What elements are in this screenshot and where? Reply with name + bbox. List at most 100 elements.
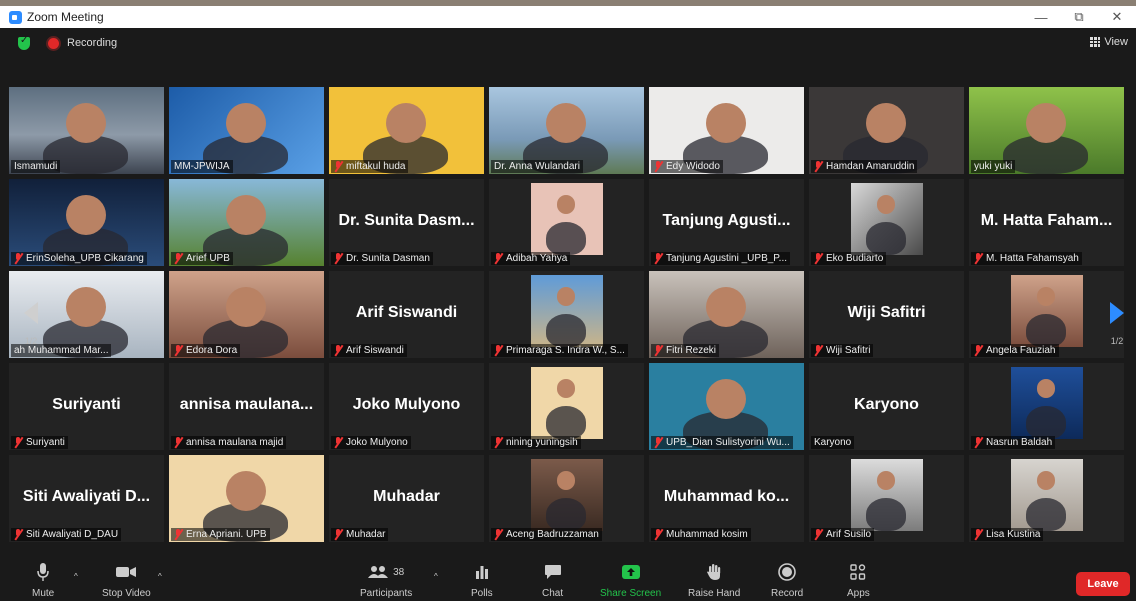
share-screen-button[interactable]: Share Screen — [600, 562, 661, 599]
muted-microphone-icon — [654, 161, 663, 172]
participant-tile[interactable]: yuki yuki — [969, 87, 1124, 174]
participant-name-label: Muhammad kosim — [651, 528, 751, 541]
zoom-app-icon — [9, 10, 22, 24]
apps-label: Apps — [847, 588, 870, 599]
participants-button[interactable]: 38 Participants — [360, 562, 412, 599]
participant-tile[interactable]: Primaraga S. Indra W., S... — [489, 271, 644, 358]
raise-hand-button[interactable]: Raise Hand — [688, 562, 740, 599]
participant-name: Eko Budiarto — [826, 253, 884, 264]
muted-microphone-icon — [654, 437, 663, 448]
participant-display-name: Karyono — [854, 395, 919, 413]
participant-name-label: Arif Susilo — [811, 528, 875, 541]
participant-name: Muhadar — [346, 529, 386, 540]
participant-tile[interactable]: Arif Siswandi Arif Siswandi — [329, 271, 484, 358]
window-titlebar: Zoom Meeting — ⧉ ✕ — [0, 6, 1136, 28]
muted-microphone-icon — [334, 437, 343, 448]
previous-page-button[interactable]: 1/2 — [20, 288, 42, 360]
security-shield-icon[interactable] — [18, 35, 30, 50]
close-button[interactable]: ✕ — [1098, 9, 1136, 25]
participant-tile[interactable]: Muhammad ko... Muhammad kosim — [649, 455, 804, 542]
muted-microphone-icon — [174, 253, 183, 264]
participant-tile[interactable]: Erna Apriani. UPB — [169, 455, 324, 542]
participants-label: Participants — [360, 588, 413, 599]
participant-tile[interactable]: Joko Mulyono Joko Mulyono — [329, 363, 484, 450]
window-title: Zoom Meeting — [27, 10, 104, 24]
participant-tile[interactable]: Angela Fauziah — [969, 271, 1124, 358]
participant-display-name: Muhammad ko... — [663, 487, 790, 505]
muted-microphone-icon — [654, 529, 663, 540]
participant-tile[interactable]: Lisa Kustina — [969, 455, 1124, 542]
audio-options-caret[interactable]: ^ — [74, 572, 78, 581]
participant-name-label: nining yuningsih — [491, 436, 581, 449]
next-page-button[interactable]: 1/2 — [1106, 288, 1128, 360]
participant-tile[interactable]: M. Hatta Faham... M. Hatta Fahamsyah — [969, 179, 1124, 266]
participant-name-label: Ismamudi — [11, 160, 61, 173]
polls-button[interactable]: Polls — [471, 562, 493, 599]
participants-options-caret[interactable]: ^ — [434, 572, 438, 581]
participant-name: nining yuningsih — [506, 437, 578, 448]
participant-tile[interactable]: Adibah Yahya — [489, 179, 644, 266]
participant-tile[interactable]: Arief UPB — [169, 179, 324, 266]
muted-microphone-icon — [174, 529, 183, 540]
maximize-button[interactable]: ⧉ — [1060, 9, 1098, 25]
video-camera-icon — [115, 562, 137, 582]
participant-display-name: Muhadar — [373, 487, 440, 505]
participant-tile[interactable]: UPB_Dian Sulistyorini Wu... — [649, 363, 804, 450]
participant-tile[interactable]: Arif Susilo — [809, 455, 964, 542]
participant-tile[interactable]: Edora Dora — [169, 271, 324, 358]
participant-tile[interactable]: nining yuningsih — [489, 363, 644, 450]
participant-display-name: annisa maulana... — [179, 395, 314, 413]
share-screen-icon — [621, 562, 640, 582]
participant-tile[interactable]: Muhadar Muhadar — [329, 455, 484, 542]
participant-tile[interactable]: annisa maulana... annisa maulana majid — [169, 363, 324, 450]
participant-video — [1010, 458, 1083, 531]
raise-hand-label: Raise Hand — [688, 588, 741, 599]
participant-tile[interactable]: Siti Awaliyati D... Siti Awaliyati D_DAU — [9, 455, 164, 542]
minimize-button[interactable]: — — [1022, 10, 1060, 25]
record-label: Record — [771, 588, 804, 599]
stop-video-button[interactable]: Stop Video — [102, 562, 151, 599]
muted-microphone-icon — [494, 529, 503, 540]
participant-display-name: Wiji Safitri — [847, 303, 926, 321]
leave-button[interactable]: Leave — [1076, 572, 1130, 596]
apps-button[interactable]: Apps — [847, 562, 870, 599]
participant-tile[interactable]: Dr. Sunita Dasm... Dr. Sunita Dasman — [329, 179, 484, 266]
participant-name-label: Arief UPB — [171, 252, 233, 265]
participant-tile[interactable]: ErinSoleha_UPB Cikarang — [9, 179, 164, 266]
participant-display-name: Siti Awaliyati D... — [22, 487, 151, 505]
view-button[interactable]: View — [1090, 36, 1128, 48]
mute-button[interactable]: Mute — [32, 562, 54, 599]
participant-tile[interactable]: Nasrun Baldah — [969, 363, 1124, 450]
muted-microphone-icon — [334, 161, 343, 172]
raise-hand-icon — [706, 562, 722, 582]
participant-tile[interactable]: Edy Widodo — [649, 87, 804, 174]
participant-tile[interactable]: Fitri Rezeki — [649, 271, 804, 358]
participant-name: ErinSoleha_UPB Cikarang — [26, 253, 144, 264]
muted-microphone-icon — [14, 529, 23, 540]
participant-tile[interactable]: MM-JPWIJA — [169, 87, 324, 174]
participant-tile[interactable]: Wiji Safitri Wiji Safitri — [809, 271, 964, 358]
participant-display-name: M. Hatta Faham... — [980, 211, 1113, 229]
participant-name-label: yuki yuki — [971, 160, 1016, 173]
participant-name: Nasrun Baldah — [986, 437, 1053, 448]
chat-button[interactable]: Chat — [542, 562, 563, 599]
participant-tile[interactable]: Eko Budiarto — [809, 179, 964, 266]
video-options-caret[interactable]: ^ — [158, 572, 162, 581]
muted-microphone-icon — [334, 529, 343, 540]
participant-tile[interactable]: Ismamudi — [9, 87, 164, 174]
participant-tile[interactable]: Suriyanti Suriyanti — [9, 363, 164, 450]
participant-name-label: Edy Widodo — [651, 160, 723, 173]
participant-tile[interactable]: Dr. Anna Wulandari — [489, 87, 644, 174]
record-button[interactable]: Record — [771, 562, 803, 599]
participant-name: yuki yuki — [974, 161, 1013, 172]
participant-tile[interactable]: Karyono Karyono — [809, 363, 964, 450]
participant-tile[interactable]: Aceng Badruzzaman — [489, 455, 644, 542]
participant-tile[interactable]: Hamdan Amaruddin — [809, 87, 964, 174]
participant-name: Arief UPB — [186, 253, 230, 264]
participant-name: Ismamudi — [14, 161, 58, 172]
participant-tile[interactable]: Tanjung Agusti... Tanjung Agustini _UPB_P… — [649, 179, 804, 266]
participant-name-label: Adibah Yahya — [491, 252, 571, 265]
participant-name-label: Eko Budiarto — [811, 252, 887, 265]
participant-tile[interactable]: miftakul huda — [329, 87, 484, 174]
participant-name: Primaraga S. Indra W., S... — [506, 345, 625, 356]
